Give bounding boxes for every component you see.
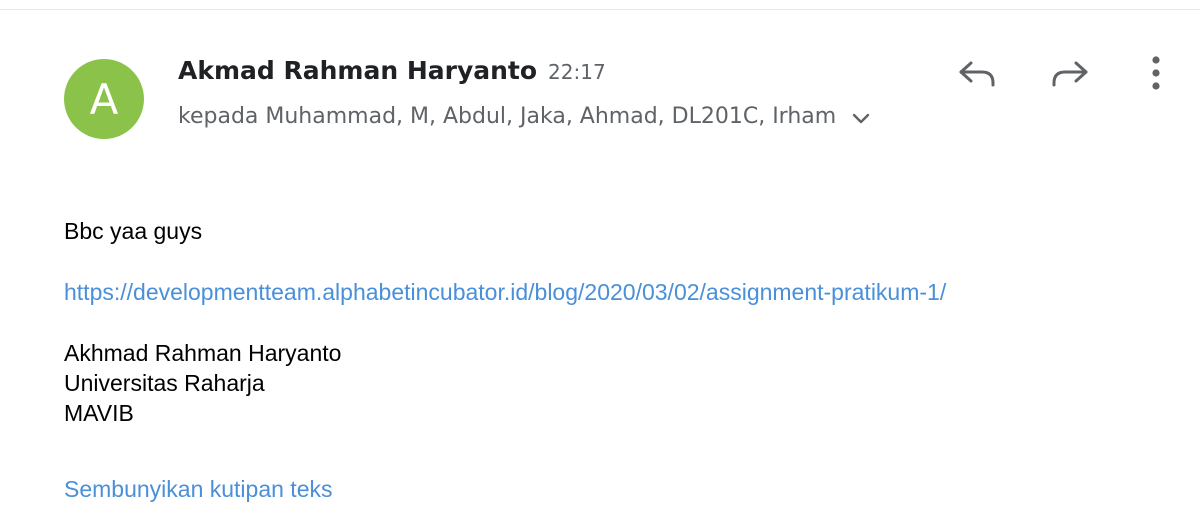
more-options-button[interactable]: [1134, 55, 1178, 95]
recipients-row[interactable]: kepada Muhammad, M, Abdul, Jaka, Ahmad, …: [178, 101, 872, 131]
avatar-initial: A: [89, 74, 119, 124]
top-divider: [0, 9, 1200, 10]
chevron-down-icon[interactable]: [850, 108, 872, 130]
signature-name: Akhmad Rahman Haryanto: [64, 340, 342, 366]
reply-icon: [956, 58, 996, 93]
message-signature: Akhmad Rahman Haryanto Universitas Rahar…: [64, 338, 341, 428]
forward-button[interactable]: [1049, 55, 1093, 95]
recipients-text: kepada Muhammad, M, Abdul, Jaka, Ahmad, …: [178, 103, 837, 129]
sender-avatar[interactable]: A: [64, 59, 144, 139]
message-greeting: Bbc yaa guys: [64, 218, 203, 244]
sent-time: 22:17: [548, 60, 606, 84]
hide-quoted-text-link[interactable]: Sembunyikan kutipan teks: [64, 476, 333, 503]
message-link[interactable]: https://developmentteam.alphabetincubato…: [64, 279, 946, 306]
sender-name[interactable]: Akmad Rahman Haryanto: [178, 56, 537, 85]
more-vert-icon: [1150, 55, 1162, 96]
signature-university: Universitas Raharja: [64, 370, 265, 396]
forward-icon: [1051, 58, 1091, 93]
sender-header: Akmad Rahman Haryanto 22:17: [178, 56, 606, 92]
reply-button[interactable]: [954, 55, 998, 95]
signature-class: MAVIB: [64, 400, 134, 426]
